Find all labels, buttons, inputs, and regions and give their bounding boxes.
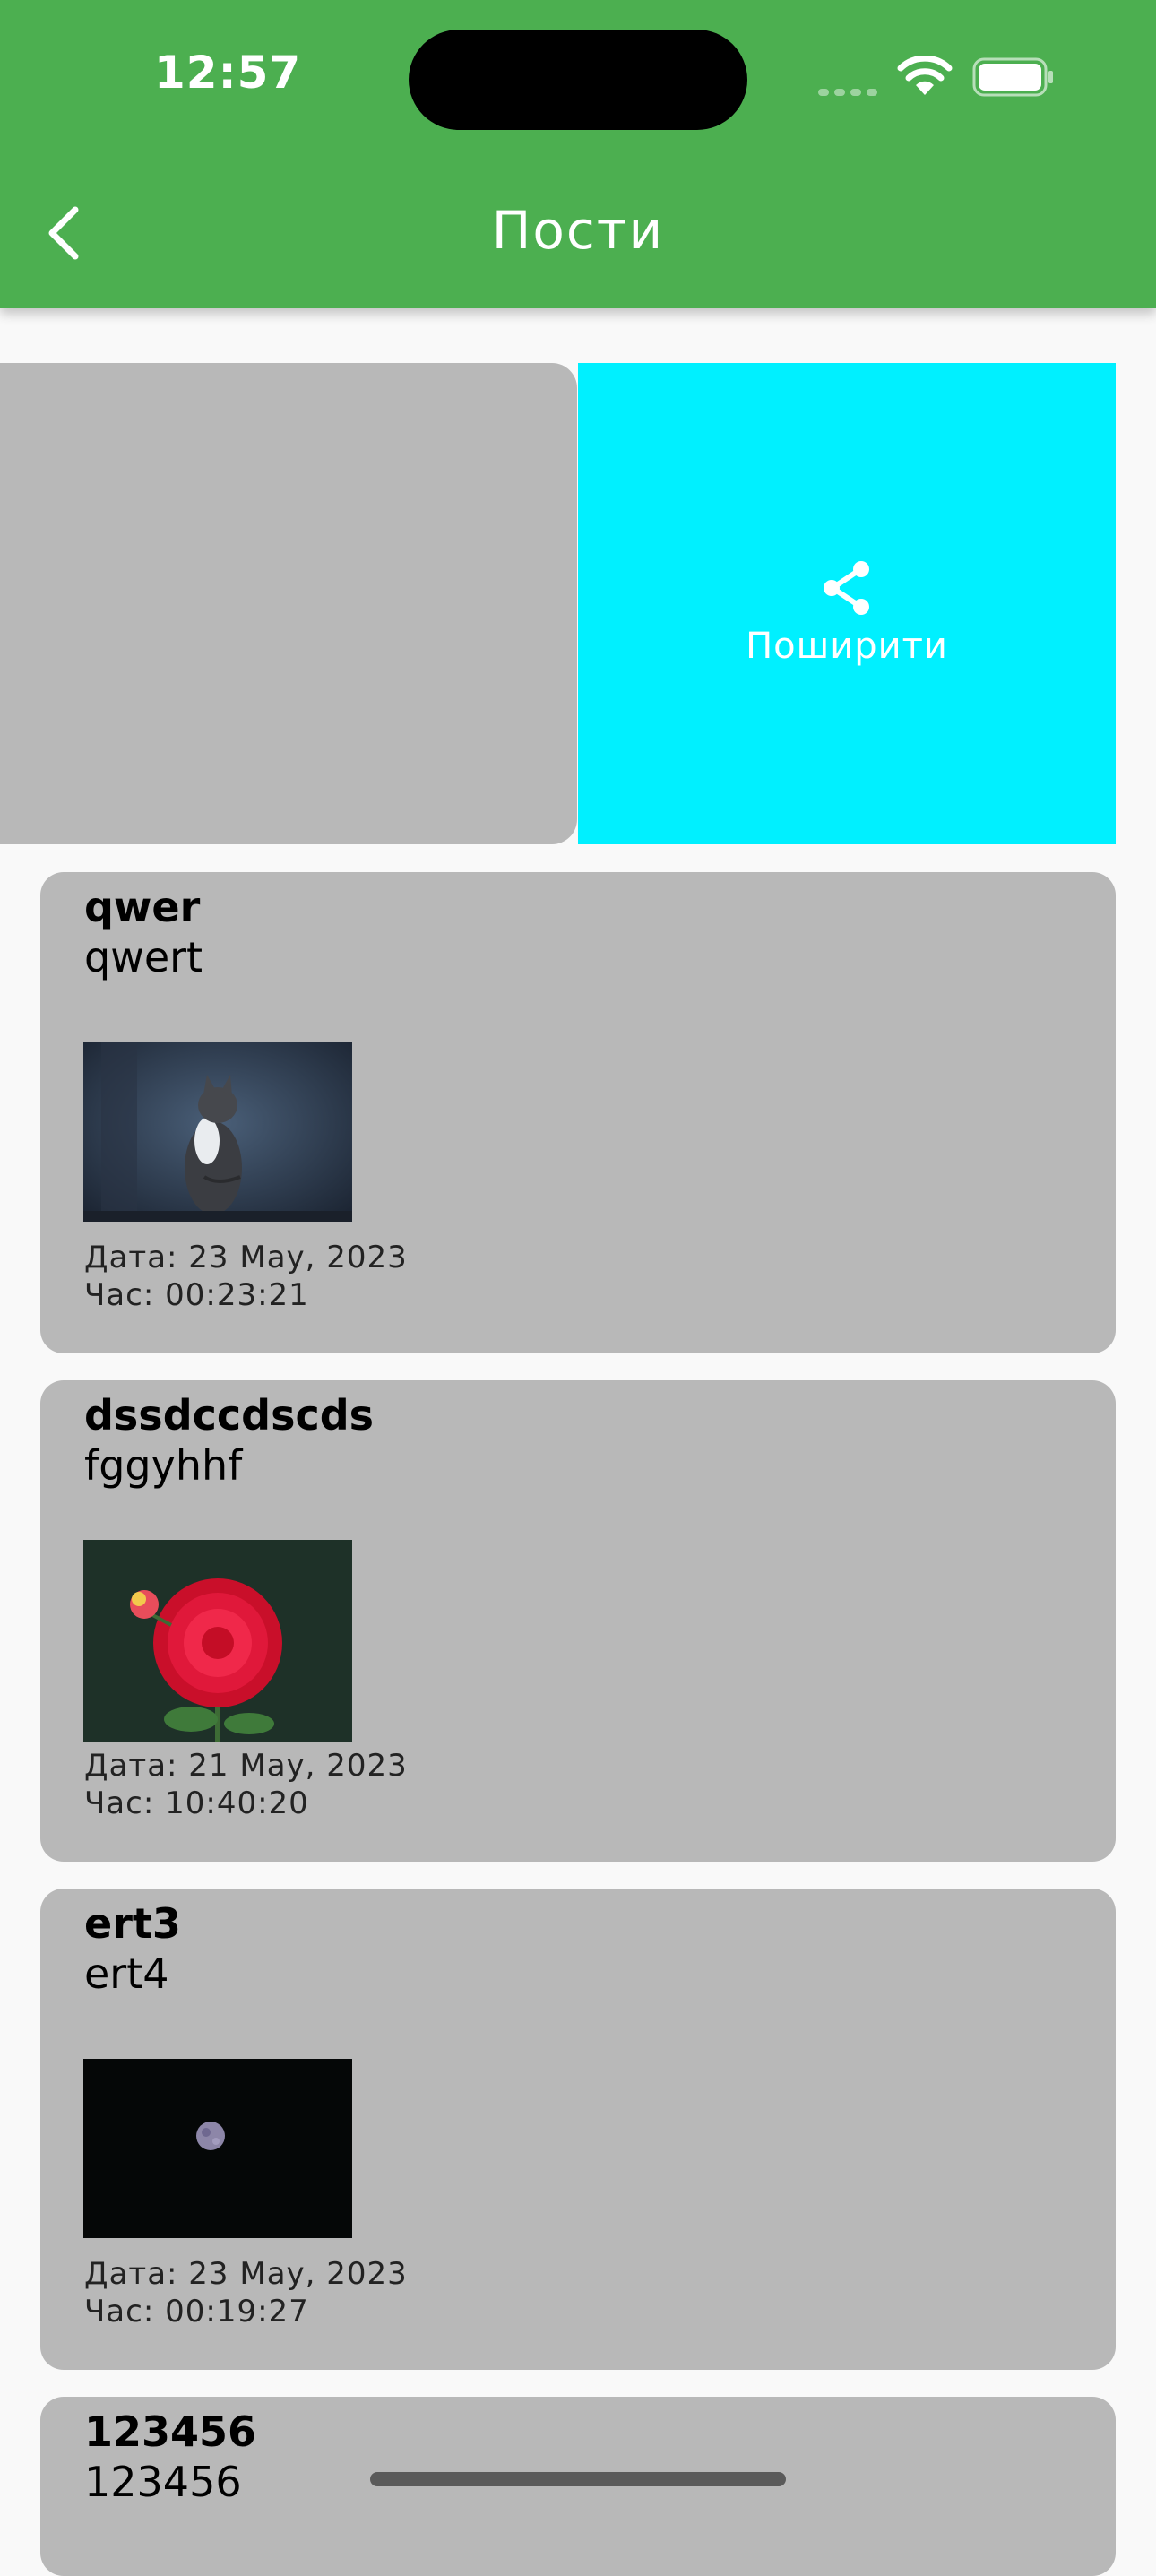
- status-time: 12:57: [154, 47, 302, 99]
- post-title: qwer: [84, 883, 201, 931]
- post-time: Час: 10:40:20: [84, 1785, 309, 1821]
- post-title: 123456: [84, 2407, 257, 2456]
- post-card[interactable]: dssdccdscds fggyhhf Дата: 21 May, 2023 Ч…: [40, 1380, 1116, 1862]
- post-card[interactable]: 123456 123456: [40, 2397, 1116, 2576]
- post-card[interactable]: ert3 ert4 Дата: 23 May, 2023 Час: 00:19:…: [40, 1889, 1116, 2370]
- post-image-cat: [83, 1042, 352, 1222]
- post-text: fggyhhf: [84, 1441, 243, 1490]
- post-image-moon: [83, 2059, 352, 2238]
- app-header: 12:57 Пости: [0, 0, 1156, 308]
- post-card[interactable]: qwer qwert Дата: 23 May, 2023 Час: 00:23…: [40, 872, 1116, 1353]
- page-title: Пости: [491, 200, 665, 261]
- battery-icon: [972, 57, 1053, 97]
- post-text: 123456: [84, 2458, 242, 2506]
- home-indicator[interactable]: [370, 2472, 786, 2486]
- share-label: Поширити: [746, 625, 948, 667]
- post-text: ert4: [84, 1949, 169, 1998]
- post-date: Дата: 23 May, 2023: [84, 2256, 408, 2292]
- wifi-icon: [897, 56, 953, 95]
- post-title: ert3: [84, 1899, 181, 1948]
- swiped-post-card[interactable]: [0, 363, 577, 844]
- post-date: Дата: 21 May, 2023: [84, 1748, 408, 1784]
- post-image-flower: [83, 1540, 352, 1742]
- signal-icon: [818, 82, 883, 99]
- post-date: Дата: 23 May, 2023: [84, 1240, 408, 1275]
- share-icon: [824, 560, 869, 615]
- post-time: Час: 00:23:21: [84, 1277, 309, 1313]
- dynamic-island: [409, 30, 747, 130]
- post-time: Час: 00:19:27: [84, 2294, 309, 2330]
- post-title: dssdccdscds: [84, 1391, 375, 1439]
- post-text: qwert: [84, 933, 203, 981]
- share-action-button[interactable]: Поширити: [578, 363, 1116, 844]
